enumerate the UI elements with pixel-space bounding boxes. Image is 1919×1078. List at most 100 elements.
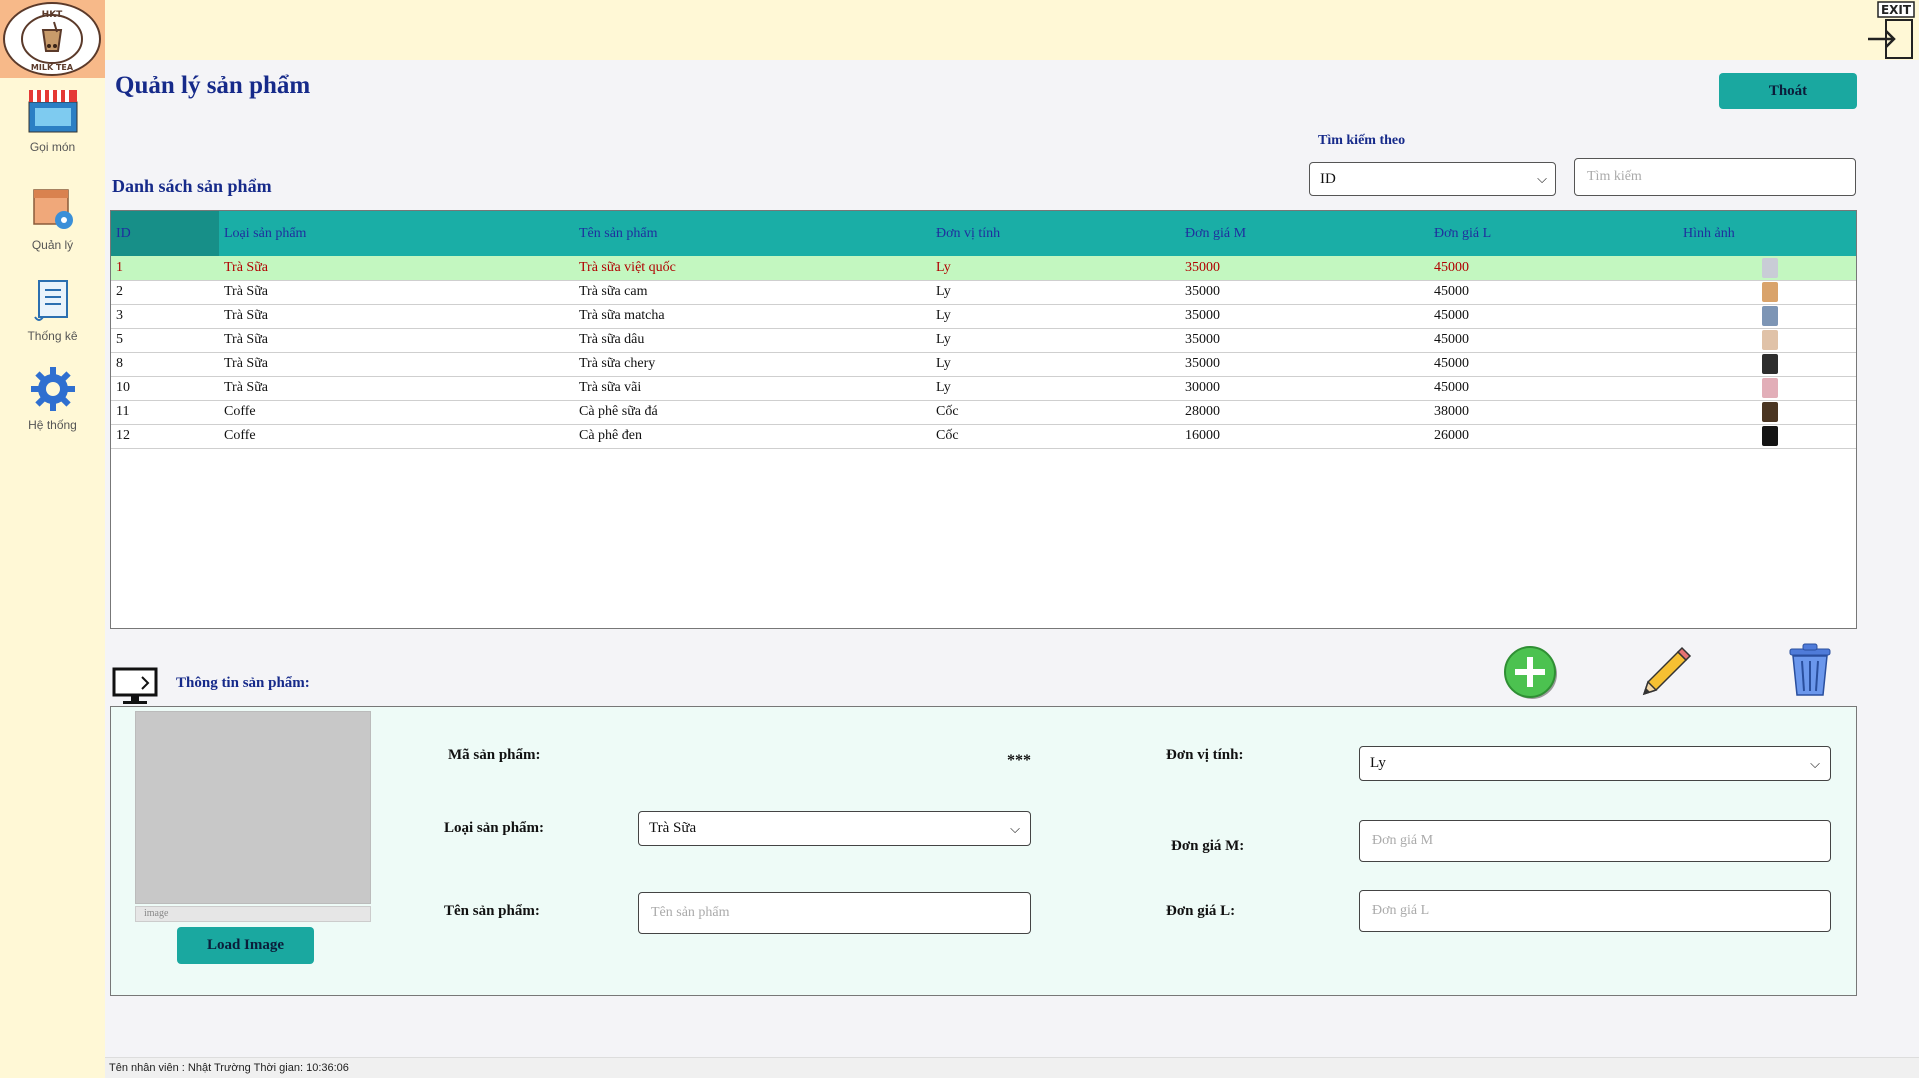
store-icon [28,90,77,133]
column-header-id[interactable]: ID [111,211,219,256]
cell-image [1678,424,1856,449]
table-row[interactable]: 5 Trà Sữa Trà sữa dâu Ly 35000 45000 [111,328,1856,353]
table-row[interactable]: 1 Trà Sữa Trà sữa việt quốc Ly 35000 45000 [111,256,1856,281]
load-image-button[interactable]: Load Image [177,927,314,964]
cell-price-l: 45000 [1429,280,1678,305]
sidebar-item-quan-ly[interactable]: Quản lý [0,186,105,252]
cell-name: Cà phê sữa đá [574,400,931,425]
column-header-image[interactable]: Hình ảnh [1678,211,1856,256]
cell-id: 5 [111,328,219,353]
cell-name: Trà sữa cam [574,280,931,305]
sidebar: HKT MILK TEA Gọi món Quản lý Thống kê Hệ… [0,0,105,1078]
add-product-button[interactable] [1503,645,1559,701]
sidebar-item-thong-ke[interactable]: Thống kê [0,277,105,343]
cell-id: 10 [111,376,219,401]
column-header-price-l[interactable]: Đơn giá L [1429,211,1678,256]
edit-product-button[interactable] [1634,644,1694,704]
table-row[interactable]: 10 Trà Sữa Trà sữa vãi Ly 30000 45000 [111,376,1856,401]
chevron-down-icon: ⌵ [1010,821,1020,836]
cell-price-m: 35000 [1180,352,1429,377]
price-m-label: Đơn giá M: [1171,838,1245,854]
column-header-price-m[interactable]: Đơn giá M [1180,211,1429,256]
product-thumbnail [1762,282,1778,302]
cell-unit: Cốc [931,424,1180,449]
product-thumbnail [1762,426,1778,446]
top-band [0,0,1919,60]
cell-name: Trà sữa chery [574,352,931,377]
cell-id: 2 [111,280,219,305]
cell-name: Trà sữa việt quốc [574,256,931,281]
product-name-input[interactable] [638,892,1031,934]
column-header-unit[interactable]: Đơn vị tính [931,211,1180,256]
cell-name: Trà sữa dâu [574,328,931,353]
cell-image [1678,376,1856,401]
cell-price-m: 30000 [1180,376,1429,401]
cell-image [1678,304,1856,329]
svg-text:HKT: HKT [42,10,64,20]
product-type-label: Loại sản phẩm: [444,820,545,836]
cell-unit: Ly [931,328,1180,353]
product-list-title: Danh sách sản phẩm [112,176,272,196]
price-l-input[interactable] [1359,890,1831,932]
cell-image [1678,328,1856,353]
cell-id: 8 [111,352,219,377]
cell-price-l: 45000 [1429,352,1678,377]
unit-select[interactable]: Ly ⌵ [1359,746,1831,781]
exit-button[interactable]: Thoát [1719,73,1857,109]
exit-icon-text: EXIT [1881,3,1912,17]
cell-price-m: 28000 [1180,400,1429,425]
cell-price-l: 26000 [1429,424,1678,449]
report-icon [33,280,68,321]
sidebar-item-label: Gọi món [29,140,76,154]
sidebar-item-goi-mon[interactable]: Gọi món [0,86,105,154]
unit-label: Đơn vị tính: [1166,747,1244,763]
table-row[interactable]: 3 Trà Sữa Trà sữa matcha Ly 35000 45000 [111,304,1856,329]
product-image-preview [135,711,371,904]
search-input[interactable] [1574,158,1856,196]
cell-price-l: 45000 [1429,376,1678,401]
monitor-icon [112,667,158,704]
price-l-label: Đơn giá L: [1166,903,1236,919]
column-header-type[interactable]: Loại sản phẩm [219,211,574,256]
cell-unit: Cốc [931,400,1180,425]
sidebar-item-he-thong[interactable]: Hệ thống [0,366,105,432]
cell-type: Trà Sữa [219,352,574,377]
svg-text:MILK TEA: MILK TEA [31,63,74,72]
product-image-caption: image [135,906,371,922]
product-thumbnail [1762,257,1778,278]
table-row[interactable]: 12 Coffe Cà phê đen Cốc 16000 26000 [111,424,1856,449]
cell-type: Trà Sữa [219,304,574,329]
sidebar-item-label: Quản lý [31,238,74,252]
cell-type: Trà Sữa [219,328,574,353]
product-type-select[interactable]: Trà Sữa ⌵ [638,811,1031,846]
product-thumbnail [1762,330,1778,350]
exit-icon[interactable]: EXIT [1864,0,1919,60]
status-bar: Tên nhân viên : Nhật Trường Thời gian: 1… [105,1057,1919,1078]
sidebar-item-label: Hệ thống [28,418,77,432]
chevron-down-icon: ⌵ [1810,756,1820,771]
column-header-name[interactable]: Tên sản phẩm [574,211,931,256]
price-m-input[interactable] [1359,820,1831,862]
delete-product-button[interactable] [1785,643,1835,699]
cell-price-l: 38000 [1429,400,1678,425]
product-code-label: Mã sản phẩm: [448,747,541,763]
cell-id: 1 [111,256,219,281]
unit-value: Ly [1370,755,1386,771]
gear-icon [30,367,75,411]
cell-id: 3 [111,304,219,329]
cell-price-m: 35000 [1180,280,1429,305]
cell-name: Trà sữa matcha [574,304,931,329]
cell-id: 11 [111,400,219,425]
cell-type: Coffe [219,424,574,449]
product-info-panel: image Load Image Mã sản phẩm: *** Loại s… [110,706,1857,996]
product-thumbnail [1762,402,1778,422]
product-table[interactable]: ID Loại sản phẩm Tên sản phẩm Đơn vị tín… [110,210,1857,629]
table-row[interactable]: 11 Coffe Cà phê sữa đá Cốc 28000 38000 [111,400,1856,425]
table-row[interactable]: 2 Trà Sữa Trà sữa cam Ly 35000 45000 [111,280,1856,305]
table-row[interactable]: 8 Trà Sữa Trà sữa chery Ly 35000 45000 [111,352,1856,377]
product-name-label: Tên sản phẩm: [444,903,540,919]
sidebar-item-label: Thống kê [27,329,78,343]
search-by-select[interactable]: ID ⌵ [1309,162,1556,196]
product-thumbnail [1762,354,1778,374]
cell-type: Trà Sữa [219,256,574,281]
